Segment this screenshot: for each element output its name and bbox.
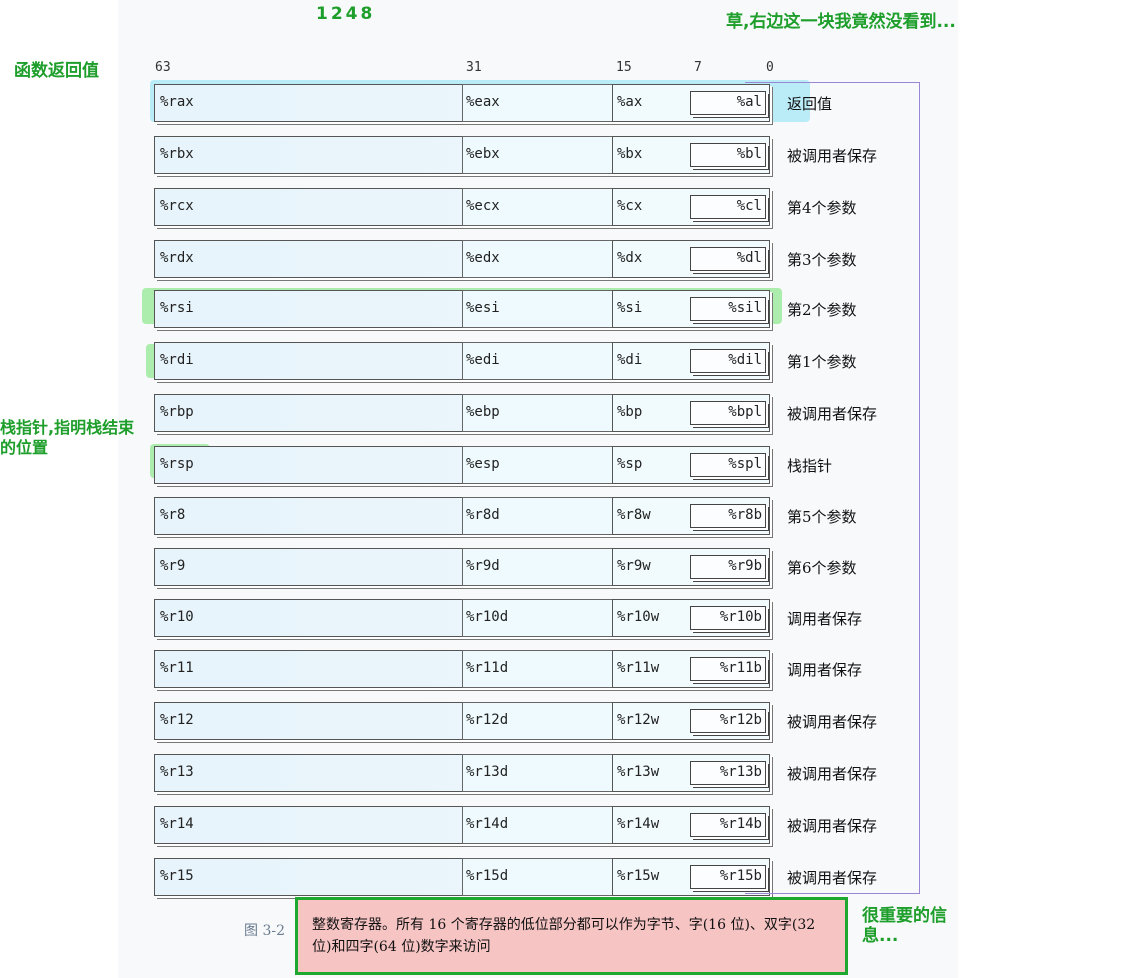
reg-64-name: %r15 [160, 868, 194, 884]
reg-64-name: %r12 [160, 712, 194, 728]
reg-16-name: %r13w [617, 764, 660, 780]
annotation-right-block: 草,右边这一块我竟然没看到... [726, 12, 956, 32]
document-page: 1248 函数返回值 栈指针,指明栈结束的位置 草,右边这一块我竟然没看到...… [0, 0, 1139, 978]
reg-32-name: %ebx [466, 146, 500, 162]
bit-position-63: 63 [155, 60, 171, 75]
register-row: %rbx %ebx %bx %bl 被调用者保存 [154, 136, 877, 174]
register-row: %rdx %edx %dx %dl 第3个参数 [154, 240, 857, 278]
reg-16-name: %bp [617, 404, 643, 420]
reg-64-name: %rcx [160, 198, 194, 214]
register-row: %r13 %r13d %r13w %r13b 被调用者保存 [154, 754, 877, 792]
reg-32-name: %esi [466, 300, 500, 316]
register-row: %r8 %r8d %r8w %r8b 第5个参数 [154, 497, 857, 535]
reg-16-name: %r12w [617, 712, 660, 728]
reg-16-name: %dx [617, 250, 643, 266]
figure-label: 图 3-2 [244, 923, 285, 939]
reg-32-name: %r15d [466, 868, 509, 884]
reg-16-name: %r10w [617, 609, 660, 625]
reg-16-name: %ax [617, 94, 643, 110]
reg-32-name: %r8d [466, 507, 500, 523]
reg-64-name: %rbp [160, 404, 194, 420]
bit-position-31: 31 [466, 60, 482, 75]
annotation-top-numbers: 1248 [316, 4, 376, 24]
reg-32-name: %r13d [466, 764, 509, 780]
register-row: %rdi %edi %di %dil 第1个参数 [154, 342, 857, 380]
register-row: %r15 %r15d %r15w %r15b 被调用者保存 [154, 858, 877, 896]
bit-position-0: 0 [766, 60, 774, 75]
caption-box: 整数寄存器。所有 16 个寄存器的低位部分都可以作为字节、字(16 位)、双字(… [295, 897, 848, 975]
reg-64-name: %r11 [160, 660, 194, 676]
reg-64-name: %r14 [160, 816, 194, 832]
reg-16-name: %sp [617, 456, 643, 472]
reg-32-name: %ebp [466, 404, 500, 420]
reg-16-name: %r8w [617, 507, 651, 523]
reg-64-name: %rdi [160, 352, 194, 368]
bit-position-7: 7 [694, 60, 702, 75]
register-row: %r9 %r9d %r9w %r9b 第6个参数 [154, 548, 857, 586]
reg-32-name: %r9d [466, 558, 500, 574]
reg-32-name: %edi [466, 352, 500, 368]
register-row: %r11 %r11d %r11w %r11b 调用者保存 [154, 650, 862, 688]
reg-64-name: %r8 [160, 507, 186, 523]
reg-32-name: %r14d [466, 816, 509, 832]
register-row: %rsi %esi %si %sil 第2个参数 [154, 290, 857, 328]
reg-32-name: %esp [466, 456, 500, 472]
register-row: %rsp %esp %sp %spl 栈指针 [154, 446, 832, 484]
register-row: %rbp %ebp %bp %bpl 被调用者保存 [154, 394, 877, 432]
reg-32-name: %r12d [466, 712, 509, 728]
reg-32-name: %ecx [466, 198, 500, 214]
reg-64-name: %rsp [160, 456, 194, 472]
reg-64-name: %r10 [160, 609, 194, 625]
register-row: %r12 %r12d %r12w %r12b 被调用者保存 [154, 702, 877, 740]
reg-32-name: %r10d [466, 609, 509, 625]
reg-16-name: %bx [617, 146, 643, 162]
reg-64-name: %r13 [160, 764, 194, 780]
annotation-return-value: 函数返回值 [14, 61, 99, 81]
annotation-purple-box [745, 82, 920, 894]
reg-32-name: %edx [466, 250, 500, 266]
reg-16-name: %r11w [617, 660, 660, 676]
register-row: %r10 %r10d %r10w %r10b 调用者保存 [154, 599, 862, 637]
register-row: %rcx %ecx %cx %cl 第4个参数 [154, 188, 857, 226]
reg-16-name: %r9w [617, 558, 651, 574]
reg-64-name: %r9 [160, 558, 186, 574]
reg-64-name: %rdx [160, 250, 194, 266]
reg-16-name: %r14w [617, 816, 660, 832]
reg-32-name: %r11d [466, 660, 509, 676]
reg-64-name: %rbx [160, 146, 194, 162]
annotation-important: 很重要的信息... [862, 906, 947, 946]
register-row: %rax %eax %ax %al 返回值 [154, 84, 832, 122]
reg-16-name: %si [617, 300, 643, 316]
caption-text: 整数寄存器。所有 16 个寄存器的低位部分都可以作为字节、字(16 位)、双字(… [312, 917, 816, 955]
reg-16-name: %r15w [617, 868, 660, 884]
reg-64-name: %rax [160, 94, 194, 110]
reg-16-name: %cx [617, 198, 643, 214]
reg-32-name: %eax [466, 94, 500, 110]
annotation-stack-pointer: 栈指针,指明栈结束的位置 [0, 418, 135, 457]
bit-position-15: 15 [616, 60, 632, 75]
reg-16-name: %di [617, 352, 643, 368]
register-row: %r14 %r14d %r14w %r14b 被调用者保存 [154, 806, 877, 844]
reg-64-name: %rsi [160, 300, 194, 316]
